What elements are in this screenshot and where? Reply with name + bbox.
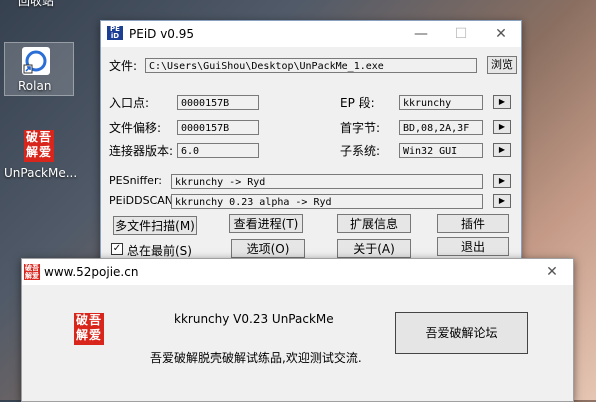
pesniffer-label: PESniffer: bbox=[109, 174, 162, 187]
minimize-button[interactable]: — bbox=[401, 23, 441, 45]
linker-version-field[interactable]: 6.0 bbox=[177, 143, 259, 158]
dialog-logo-seal-icon: 破吾 解爱 bbox=[74, 313, 104, 345]
multi-file-scan-button[interactable]: 多文件扫描(M) bbox=[113, 216, 197, 235]
rolan-icon bbox=[22, 47, 50, 75]
peid-window: PE iD PEiD v0.95 — ☐ ✕ 文件: C:\Users\GuiSh… bbox=[100, 20, 522, 270]
peiddscan-arrow-button[interactable]: ▶ bbox=[493, 194, 511, 208]
file-path-field[interactable]: C:\Users\GuiShou\Desktop\UnPackMe_1.exe bbox=[145, 58, 477, 73]
peiddscan-field[interactable]: kkrunchy 0.23 alpha -> Ryd bbox=[171, 194, 483, 209]
subsystem-field[interactable]: Win32 GUI bbox=[399, 143, 483, 158]
peid-title: PEiD v0.95 bbox=[129, 27, 195, 41]
peiddscan-label: PEiDDSCAN: bbox=[109, 194, 177, 207]
browse-button[interactable]: 浏览 bbox=[487, 56, 517, 74]
ep-section-arrow-button[interactable]: ▶ bbox=[493, 95, 511, 109]
subsystem-label: 子系统: bbox=[340, 144, 381, 158]
pesniffer-arrow-button[interactable]: ▶ bbox=[493, 174, 511, 188]
desktop-icon-unpackme[interactable]: 破吾 解爱 UnPackMe... bbox=[4, 128, 77, 182]
file-label: 文件: bbox=[109, 59, 138, 73]
pesniffer-field[interactable]: kkrunchy -> Ryd bbox=[171, 174, 483, 189]
options-button[interactable]: 选项(O) bbox=[231, 239, 305, 258]
file-offset-label: 文件偏移: bbox=[109, 121, 162, 135]
always-on-top-label[interactable]: 总在最前(S) bbox=[127, 242, 192, 259]
desktop-recycle-label[interactable]: 回收站 bbox=[18, 0, 54, 9]
first-bytes-arrow-button[interactable]: ▶ bbox=[493, 120, 511, 134]
entry-point-label: 入口点: bbox=[109, 96, 150, 110]
maximize-button[interactable]: ☐ bbox=[441, 23, 481, 45]
plugins-button[interactable]: 插件 bbox=[437, 214, 509, 233]
peid-app-icon: PE iD bbox=[107, 26, 123, 40]
dialog-titlebar[interactable]: 破吾 解爱 www.52pojie.cn ✕ bbox=[22, 259, 573, 285]
close-button[interactable]: ✕ bbox=[481, 23, 521, 45]
file-offset-field[interactable]: 0000157B bbox=[177, 120, 259, 135]
entry-point-field[interactable]: 0000157B bbox=[177, 95, 259, 110]
rolan-label: Rolan bbox=[18, 79, 52, 93]
dialog-title: www.52pojie.cn bbox=[44, 265, 139, 279]
dialog-close-button[interactable]: ✕ bbox=[537, 261, 567, 283]
exit-button[interactable]: 退出 bbox=[437, 237, 509, 256]
view-process-button[interactable]: 查看进程(T) bbox=[229, 214, 303, 233]
about-button[interactable]: 关于(A) bbox=[337, 239, 411, 258]
unpackme-label: UnPackMe... bbox=[4, 166, 78, 180]
desktop-icon-rolan[interactable]: Rolan bbox=[4, 42, 74, 96]
unpackme-seal-icon: 破吾 解爱 bbox=[24, 130, 54, 162]
dialog-seal-icon: 破吾 解爱 bbox=[24, 263, 40, 280]
linker-version-label: 连接器版本: bbox=[109, 144, 174, 158]
dialog-heading: kkrunchy V0.23 UnPackMe bbox=[174, 312, 334, 326]
ep-section-field[interactable]: kkrunchy bbox=[399, 95, 483, 110]
dialog-message: 吾爱破解脱壳破解试练品,欢迎测试交流. bbox=[150, 351, 362, 365]
first-bytes-field[interactable]: BD,08,2A,3F bbox=[399, 120, 483, 135]
unpackme-dialog: 破吾 解爱 www.52pojie.cn ✕ 破吾 解爱 kkrunchy V0.2… bbox=[21, 258, 574, 402]
always-on-top-checkbox[interactable]: ✓ bbox=[111, 243, 123, 255]
forum-link-button[interactable]: 吾爱破解论坛 bbox=[395, 312, 528, 354]
peid-titlebar[interactable]: PE iD PEiD v0.95 — ☐ ✕ bbox=[101, 21, 521, 47]
ep-section-label: EP 段: bbox=[340, 96, 375, 110]
first-bytes-label: 首字节: bbox=[340, 121, 381, 135]
extend-info-button[interactable]: 扩展信息 bbox=[337, 214, 411, 233]
subsystem-arrow-button[interactable]: ▶ bbox=[493, 143, 511, 157]
